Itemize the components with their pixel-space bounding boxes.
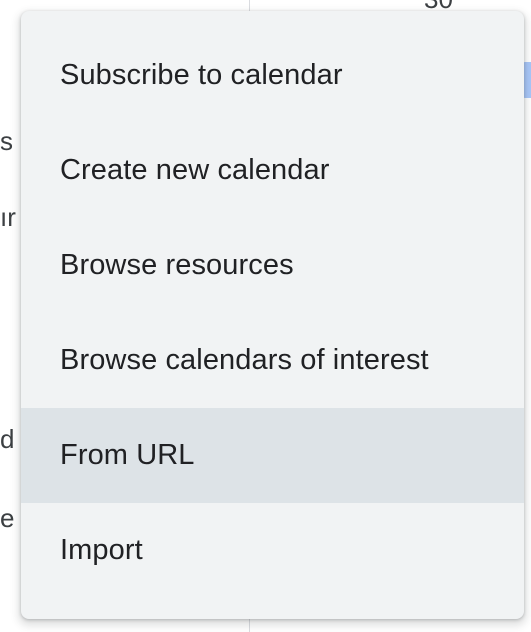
menu-list: Subscribe to calendar Create new calenda… <box>21 11 524 598</box>
background-text-fragment: e <box>0 503 15 533</box>
background-text-fragment: ır <box>0 202 16 232</box>
menu-item-from-url[interactable]: From URL <box>21 408 524 503</box>
background-text-fragment: d <box>0 424 15 454</box>
menu-item-import[interactable]: Import <box>21 503 524 598</box>
screen: 30 s ır d e Subscribe to calendar Create… <box>0 0 531 632</box>
menu-item-label: Import <box>60 534 143 566</box>
add-calendar-menu: Subscribe to calendar Create new calenda… <box>21 11 524 619</box>
menu-item-browse-resources[interactable]: Browse resources <box>21 218 524 313</box>
menu-item-label: Browse resources <box>60 249 294 281</box>
menu-item-browse-calendars-of-interest[interactable]: Browse calendars of interest <box>21 313 524 408</box>
menu-item-label: Browse calendars of interest <box>60 344 429 376</box>
menu-item-label: Subscribe to calendar <box>60 59 343 91</box>
menu-item-subscribe-to-calendar[interactable]: Subscribe to calendar <box>21 28 524 123</box>
background-text-fragment: s <box>0 126 13 156</box>
menu-item-label: Create new calendar <box>60 154 330 186</box>
menu-item-create-new-calendar[interactable]: Create new calendar <box>21 123 524 218</box>
menu-item-label: From URL <box>60 439 195 471</box>
